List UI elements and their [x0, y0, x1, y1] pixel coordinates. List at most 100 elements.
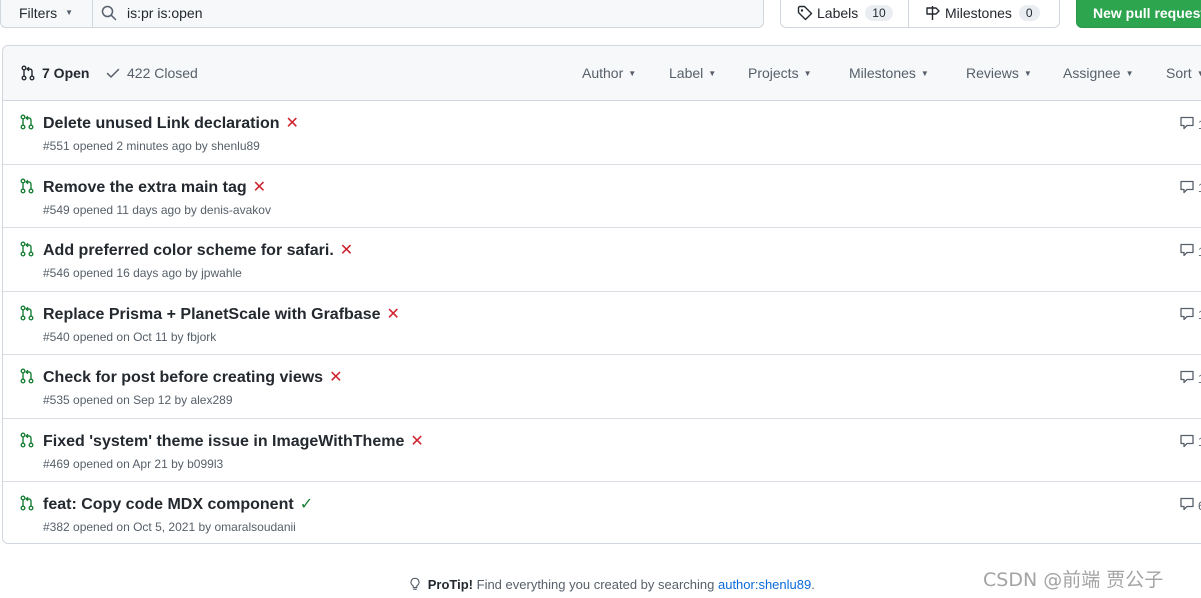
comment-icon [1179, 496, 1195, 515]
git-pull-request-icon [21, 65, 35, 81]
search-field[interactable] [92, 0, 764, 28]
chevron-down-icon: ▼ [803, 68, 812, 78]
labels-label: Labels [817, 4, 859, 21]
protip-label: ProTip! [427, 577, 474, 592]
projects-menu-label: Projects [748, 65, 799, 81]
author-menu-label: Author [582, 65, 624, 81]
protip-suffix: . [811, 577, 815, 592]
comment-icon [1179, 242, 1195, 261]
chevron-down-icon: ▼ [1023, 68, 1032, 78]
comment-count[interactable]: 1 [1179, 115, 1201, 134]
milestones-menu[interactable]: Milestones ▼ [849, 46, 929, 100]
comment-count[interactable]: 1 [1179, 179, 1201, 198]
pull-request-meta: #535 opened on Sep 12 by alex289 [43, 393, 233, 407]
pull-request-title-text: Add preferred color scheme for safari. [43, 242, 334, 259]
x-status-icon[interactable]: ✕ [329, 367, 342, 387]
comment-count[interactable]: 6 [1179, 496, 1201, 515]
reviews-menu[interactable]: Reviews ▼ [966, 46, 1032, 100]
pull-request-meta: #549 opened 11 days ago by denis-avakov [43, 202, 271, 217]
assignee-menu-label: Assignee [1063, 65, 1121, 81]
milestones-button[interactable]: Milestones 0 [909, 0, 1059, 27]
labels-milestones-group: Labels 10 Milestones 0 [780, 0, 1060, 28]
closed-filter[interactable]: 422 Closed [105, 46, 198, 100]
pull-request-title[interactable]: Check for post before creating views ✕ [43, 367, 342, 387]
pull-request-title[interactable]: Delete unused Link declaration ✕ [43, 113, 299, 133]
assignee-menu[interactable]: Assignee ▼ [1063, 46, 1134, 100]
x-status-icon[interactable]: ✕ [387, 304, 400, 324]
chevron-down-icon: ▼ [65, 8, 74, 17]
watermark: CSDN @前端 贾公子 [983, 569, 1164, 591]
label-menu-label: Label [669, 65, 704, 81]
pull-request-title-text: Check for post before creating views [43, 369, 324, 386]
chevron-down-icon: ▼ [708, 68, 717, 78]
milestones-label: Milestones [945, 4, 1012, 21]
git-pull-request-icon [19, 305, 35, 324]
x-status-icon[interactable]: ✕ [410, 431, 423, 451]
filters-label: Filters [19, 4, 58, 21]
tag-icon [797, 5, 813, 20]
filters-button[interactable]: Filters ▼ [0, 0, 92, 28]
comment-icon [1179, 369, 1195, 388]
light-bulb-icon [410, 577, 420, 590]
pull-request-title[interactable]: Replace Prisma + PlanetScale with Grafba… [43, 304, 400, 324]
protip-search-link[interactable]: author:shenlu89 [718, 577, 811, 592]
git-pull-request-icon [19, 114, 35, 133]
milestones-menu-label: Milestones [849, 65, 916, 81]
pull-request-title[interactable]: Add preferred color scheme for safari. ✕ [43, 240, 353, 260]
table-row: Replace Prisma + PlanetScale with Grafba… [3, 292, 1201, 355]
list-header: 7 Open 422 Closed Author ▼ Label ▼ Project… [3, 46, 1201, 101]
pull-request-meta: #382 opened on Oct 5, 2021 by omaralsoud… [43, 520, 296, 534]
check-icon [106, 68, 120, 78]
sort-menu-label: Sort [1166, 65, 1192, 81]
pull-request-meta: #546 opened 16 days ago by jpwahle [43, 266, 242, 280]
pull-request-title-text: Fixed 'system' theme issue in ImageWithT… [43, 432, 405, 450]
comment-count[interactable]: 1 [1179, 433, 1201, 452]
check-status-icon[interactable]: ✓ [300, 494, 313, 514]
pull-request-list: 7 Open 422 Closed Author ▼ Label ▼ Project… [2, 45, 1201, 544]
author-menu[interactable]: Author ▼ [582, 46, 636, 100]
new-pull-request-button[interactable]: New pull request [1076, 0, 1201, 28]
chevron-down-icon: ▼ [920, 68, 929, 78]
pull-request-title[interactable]: Remove the extra main tag ✕ [43, 177, 266, 197]
git-pull-request-icon [19, 368, 35, 387]
table-row: Fixed 'system' theme issue in ImageWithT… [3, 419, 1201, 482]
comment-count[interactable]: 1 [1179, 369, 1201, 388]
pull-request-rows: Delete unused Link declaration ✕ #551 open… [3, 101, 1201, 543]
projects-menu[interactable]: Projects ▼ [748, 46, 812, 100]
label-menu[interactable]: Label ▼ [669, 46, 716, 100]
comment-icon [1179, 433, 1195, 452]
git-pull-request-icon [19, 495, 35, 514]
reviews-menu-label: Reviews [966, 65, 1019, 81]
chevron-down-icon: ▼ [1197, 69, 1201, 78]
pull-request-title-text: Replace Prisma + PlanetScale with Grafba… [43, 305, 381, 323]
toolbar: Filters ▼ Labels 10 Milestones 0 New [0, 0, 1201, 29]
closed-count: 422 Closed [127, 65, 198, 81]
pull-request-title-text: Delete unused Link declaration [43, 115, 280, 132]
comment-icon [1179, 179, 1195, 198]
protip-text: Find everything you created by searching [473, 577, 718, 592]
labels-count: 10 [865, 4, 893, 21]
table-row: feat: Copy code MDX component ✓ #382 opene… [3, 482, 1201, 543]
comment-count[interactable]: 1 [1179, 306, 1201, 325]
chevron-down-icon: ▼ [1125, 68, 1134, 78]
x-status-icon[interactable]: ✕ [286, 113, 299, 133]
x-status-icon[interactable]: ✕ [340, 240, 353, 260]
pull-request-title-text: Remove the extra main tag [43, 178, 247, 196]
table-row: Remove the extra main tag ✕ #549 opened 11… [3, 165, 1201, 228]
comment-count[interactable]: 1 [1179, 242, 1201, 261]
open-filter[interactable]: 7 Open [20, 46, 89, 100]
git-pull-request-icon [19, 432, 35, 451]
comment-icon [1179, 306, 1195, 325]
git-pull-request-icon [19, 178, 35, 197]
comment-icon [1179, 115, 1195, 134]
milestone-icon [926, 5, 940, 20]
pull-request-title[interactable]: Fixed 'system' theme issue in ImageWithT… [43, 431, 424, 451]
pull-request-title[interactable]: feat: Copy code MDX component ✓ [43, 494, 313, 514]
sort-menu[interactable]: Sort ▼ [1166, 46, 1201, 100]
new-pull-request-label: New pull request [1093, 4, 1201, 21]
x-status-icon[interactable]: ✕ [253, 177, 266, 197]
git-pull-request-icon [19, 241, 35, 260]
search-input[interactable] [125, 3, 729, 22]
labels-button[interactable]: Labels 10 [781, 0, 909, 27]
chevron-down-icon: ▼ [628, 68, 637, 78]
